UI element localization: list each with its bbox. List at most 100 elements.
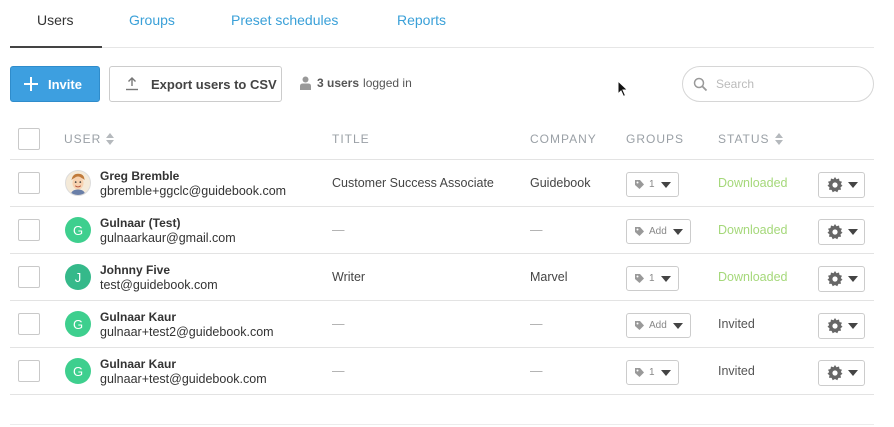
groups-count: 1 (649, 367, 655, 378)
avatar: G (65, 358, 91, 384)
avatar: G (65, 217, 91, 243)
chevron-down-icon (660, 275, 671, 282)
tab-users[interactable]: Users (37, 12, 74, 28)
user-title: Customer Success Associate (332, 176, 494, 190)
groups-add-label: Add (649, 226, 667, 237)
chevron-down-icon (660, 181, 671, 188)
avatar-photo-icon (66, 171, 90, 195)
tag-icon (635, 227, 644, 236)
tab-bar: Users Groups Preset schedules Reports (10, 0, 874, 48)
tab-reports[interactable]: Reports (397, 12, 446, 28)
sort-icon (774, 133, 783, 145)
row-checkbox[interactable] (18, 313, 40, 335)
gear-icon (827, 365, 843, 381)
tab-groups[interactable]: Groups (129, 12, 175, 28)
avatar (65, 170, 91, 196)
gear-icon (827, 318, 843, 334)
row-checkbox[interactable] (18, 172, 40, 194)
user-email: gbremble+ggclc@guidebook.com (100, 184, 287, 198)
status-badge: Invited (718, 317, 755, 331)
row-actions-button[interactable] (818, 313, 865, 339)
logged-in-count: 3 users (317, 76, 360, 90)
column-header-groups: GROUPS (626, 132, 685, 146)
divider (10, 424, 874, 425)
user-name[interactable]: Gulnaar (Test) (100, 216, 180, 230)
row-actions-button[interactable] (818, 172, 865, 198)
row-actions-button[interactable] (818, 266, 865, 292)
tag-icon (635, 321, 644, 330)
groups-add-label: Add (649, 320, 667, 331)
groups-dropdown[interactable]: 1 (626, 172, 679, 197)
column-header-user[interactable]: USER (64, 132, 115, 146)
table-row: Greg Bremble gbremble+ggclc@guidebook.co… (10, 160, 874, 207)
row-checkbox[interactable] (18, 360, 40, 382)
user-company: Guidebook (530, 176, 591, 190)
row-actions-button[interactable] (818, 360, 865, 386)
row-actions-button[interactable] (818, 219, 865, 245)
chevron-down-icon (848, 229, 858, 235)
groups-count: 1 (649, 273, 655, 284)
logged-in-summary: 3 users logged in (300, 76, 412, 90)
status-badge: Downloaded (718, 270, 788, 284)
gear-icon (827, 224, 843, 240)
chevron-down-icon (848, 370, 858, 376)
table-row: G Gulnaar Kaur gulnaar+test@guidebook.co… (10, 348, 874, 395)
status-badge: Downloaded (718, 176, 788, 190)
gear-icon (827, 271, 843, 287)
tab-preset-schedules[interactable]: Preset schedules (231, 12, 338, 28)
gear-icon (827, 177, 843, 193)
groups-count: 1 (649, 179, 655, 190)
invite-button[interactable]: Invite (10, 66, 100, 102)
user-email: gulnaar+test@guidebook.com (100, 372, 267, 386)
user-company: Marvel (530, 270, 568, 284)
user-title: — (332, 223, 345, 237)
user-name[interactable]: Gulnaar Kaur (100, 310, 176, 324)
column-header-company: COMPANY (530, 132, 597, 146)
user-title: — (332, 364, 345, 378)
tag-icon (635, 274, 644, 283)
select-all-checkbox[interactable] (18, 128, 40, 150)
plus-icon (24, 77, 38, 91)
mouse-cursor-icon (617, 80, 629, 98)
column-header-title: TITLE (332, 132, 370, 146)
user-title: Writer (332, 270, 366, 284)
export-users-button[interactable]: Export users to CSV (109, 66, 282, 102)
user-company: — (530, 317, 543, 331)
user-title: — (332, 317, 345, 331)
user-email: test@guidebook.com (100, 278, 218, 292)
groups-dropdown[interactable]: 1 (626, 360, 679, 385)
search-input[interactable] (716, 77, 856, 91)
chevron-down-icon (672, 228, 683, 235)
chevron-down-icon (848, 276, 858, 282)
active-tab-indicator (10, 46, 102, 48)
user-company: — (530, 223, 543, 237)
user-icon (300, 76, 311, 90)
table-row: G Gulnaar (Test) gulnaarkaur@gmail.com —… (10, 207, 874, 254)
row-checkbox[interactable] (18, 219, 40, 241)
column-header-status[interactable]: STATUS (718, 132, 783, 146)
user-email: gulnaarkaur@gmail.com (100, 231, 236, 245)
groups-dropdown[interactable]: Add (626, 219, 691, 244)
chevron-down-icon (660, 369, 671, 376)
user-name[interactable]: Johnny Five (100, 263, 170, 277)
status-badge: Invited (718, 364, 755, 378)
column-status-label: STATUS (718, 132, 770, 146)
status-badge: Downloaded (718, 223, 788, 237)
row-checkbox[interactable] (18, 266, 40, 288)
avatar: J (65, 264, 91, 290)
upload-icon (126, 77, 138, 91)
avatar: G (65, 311, 91, 337)
user-email: gulnaar+test2@guidebook.com (100, 325, 274, 339)
groups-dropdown[interactable]: 1 (626, 266, 679, 291)
invite-label: Invite (48, 76, 82, 92)
groups-dropdown[interactable]: Add (626, 313, 691, 338)
tag-icon (635, 368, 644, 377)
user-name[interactable]: Gulnaar Kaur (100, 357, 176, 371)
search-box[interactable] (682, 66, 874, 102)
user-company: — (530, 364, 543, 378)
export-label: Export users to CSV (151, 76, 277, 92)
chevron-down-icon (672, 322, 683, 329)
logged-in-suffix: logged in (363, 76, 412, 90)
user-name[interactable]: Greg Bremble (100, 169, 179, 183)
chevron-down-icon (848, 182, 858, 188)
